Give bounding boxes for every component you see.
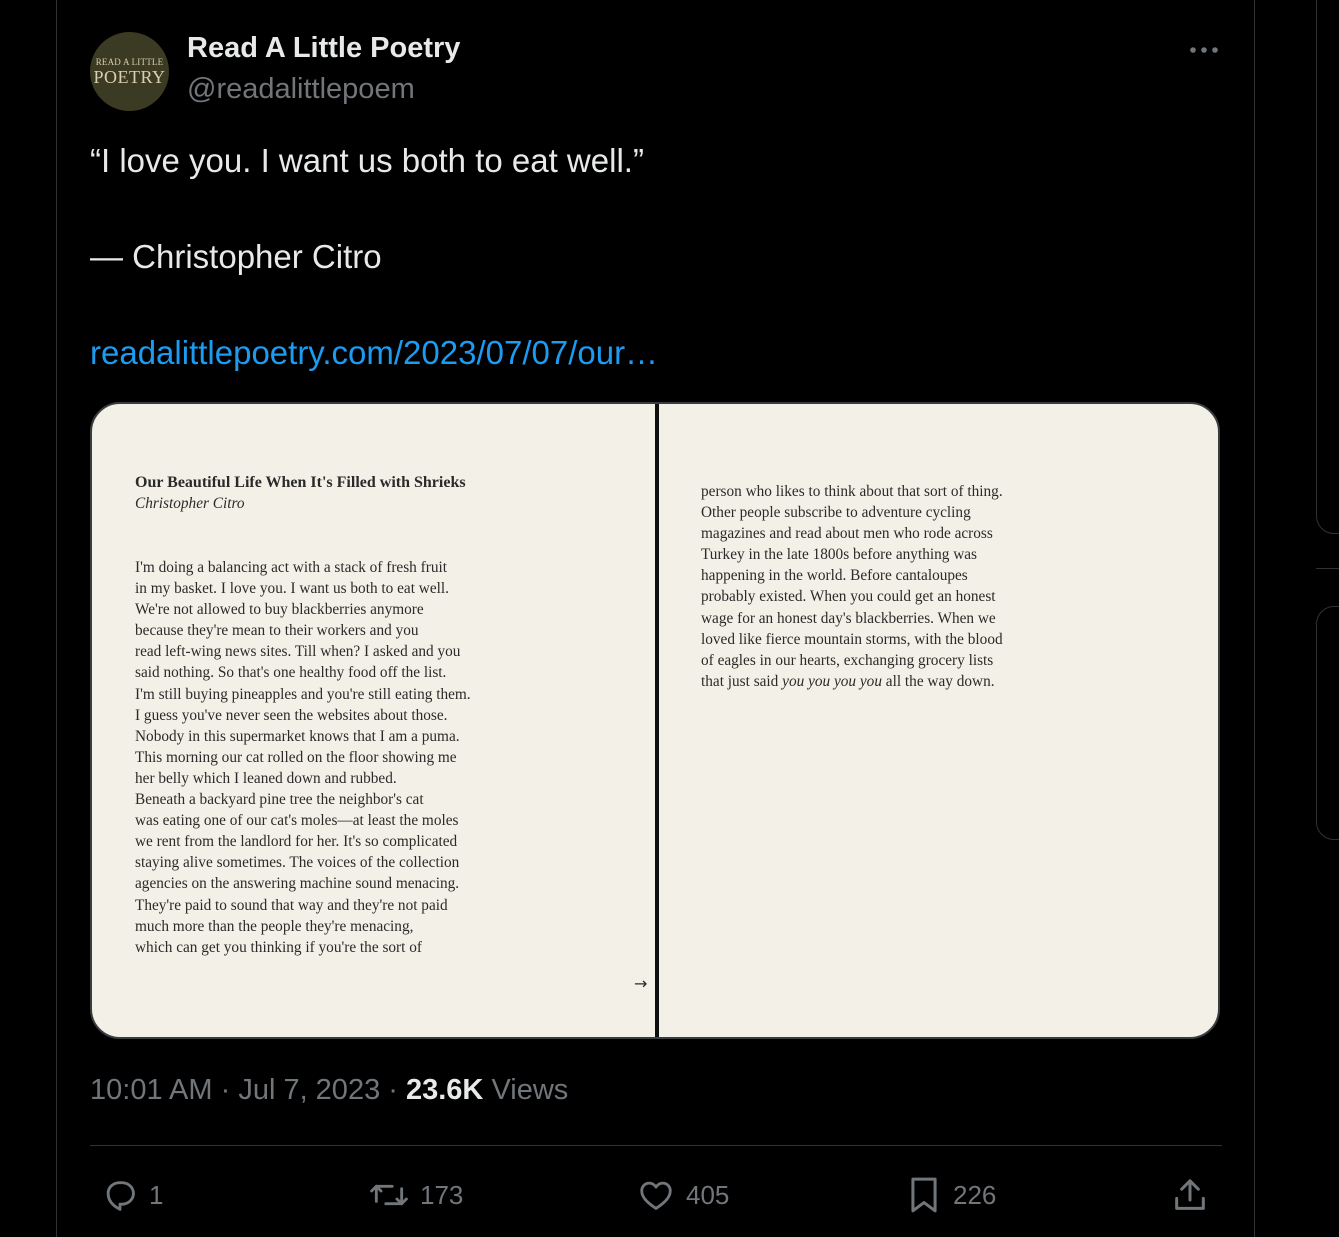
page-spine	[655, 404, 659, 1037]
poem-line: happening in the world. Before cantaloup…	[701, 567, 968, 585]
repost-button[interactable]: 173	[368, 1172, 463, 1218]
poem-right-lines: person who likes to think about that sor…	[701, 481, 1101, 671]
poem-author: Christopher Citro	[135, 495, 245, 512]
meta-divider	[90, 1145, 1222, 1146]
poem-line: wage for an honest day's blackberries. W…	[701, 609, 996, 627]
tweet-media-image[interactable]: Our Beautiful Life When It's Filled with…	[90, 402, 1220, 1039]
poem-line: Beneath a backyard pine tree the neighbo…	[135, 791, 424, 809]
like-button[interactable]: 405	[636, 1172, 729, 1218]
reply-count: 1	[149, 1179, 164, 1210]
poem-line: agencies on the answering machine sound …	[135, 875, 460, 893]
poem-line: Nobody in this supermarket knows that I …	[135, 727, 460, 745]
tweet-quote: “I love you. I want us both to eat well.…	[90, 142, 644, 179]
poem-line: I'm doing a balancing act with a stack o…	[135, 559, 447, 576]
like-count: 405	[686, 1179, 730, 1210]
views-label: Views	[491, 1074, 569, 1106]
poem-line: which can get you thinking if you're the…	[135, 938, 422, 956]
repost-icon	[370, 1184, 408, 1206]
poem-line: was eating one of our cat's moles—at lea…	[135, 812, 459, 830]
poem-line: loved like fierce mountain storms, with …	[701, 630, 1003, 648]
avatar[interactable]: READ A LITTLE POETRY	[90, 32, 169, 111]
more-icon	[1190, 47, 1218, 53]
tweet-attribution: — Christopher Citro	[90, 238, 382, 275]
avatar-text-line2: POETRY	[93, 66, 166, 87]
poem-title: Our Beautiful Life When It's Filled with…	[135, 474, 466, 491]
avatar-text-line1: READ A LITTLE	[95, 56, 164, 67]
poem-line-last: that just said you you you you all the w…	[701, 671, 1101, 692]
poem-line: person who likes to think about that sor…	[701, 483, 1003, 500]
poem-line: Turkey in the late 1800s before anything…	[701, 546, 978, 564]
column-border-right	[1254, 0, 1255, 1237]
poem-line: I'm still buying pineapples and you're s…	[135, 685, 471, 703]
views-count: 23.6K	[405, 1074, 484, 1106]
reply-icon	[106, 1181, 135, 1211]
user-handle[interactable]: @readalittlepoem	[187, 73, 415, 106]
poem-line: We're not allowed to buy blackberries an…	[135, 601, 424, 619]
bookmark-icon	[911, 1177, 937, 1213]
share-icon	[1175, 1179, 1205, 1210]
poem-page-left: Our Beautiful Life When It's Filled with…	[135, 472, 555, 958]
reply-button[interactable]: 1	[101, 1172, 163, 1218]
poem-line-last-end: all the way down.	[881, 672, 995, 690]
tweet-link[interactable]: readalittlepoetry.com/2023/07/07/our…	[90, 334, 658, 372]
tweet-meta: 10:01 AM · Jul 7, 2023 · 23.6K Views	[90, 1074, 569, 1106]
poem-line-last-italic: you you you you	[782, 672, 882, 690]
poem-line: magazines and read about men who rode ac…	[701, 525, 993, 543]
poem-line: Other people subscribe to adventure cycl…	[701, 504, 971, 522]
tweet-time[interactable]: 10:01 AM	[90, 1074, 213, 1106]
poem-page-right: person who likes to think about that sor…	[701, 481, 1101, 692]
bookmark-count: 226	[953, 1179, 997, 1210]
poem-line: read left-wing news sites. Till when? I …	[135, 643, 461, 661]
heart-icon	[640, 1181, 672, 1210]
tweet-date[interactable]: Jul 7, 2023	[238, 1074, 380, 1106]
poem-line-last-start: that just said	[701, 672, 783, 690]
repost-count: 173	[420, 1179, 464, 1210]
sidebar-divider	[1316, 568, 1339, 569]
poem-line: we rent from the landlord for her. It's …	[135, 833, 458, 851]
sidebar-card-bottom	[1316, 606, 1339, 840]
display-name[interactable]: Read A Little Poetry	[187, 32, 460, 65]
poem-line: probably existed. When you could get an …	[701, 588, 996, 606]
poem-line: because they're mean to their workers an…	[135, 622, 419, 640]
column-border-left	[56, 0, 57, 1237]
poem-line: of eagles in our hearts, exchanging groc…	[701, 651, 994, 669]
poem-line: said nothing. So that's one healthy food…	[135, 664, 447, 682]
poem-line: staying alive sometimes. The voices of t…	[135, 854, 460, 872]
poem-line: They're paid to sound that way and they'…	[135, 896, 448, 914]
continue-arrow-icon: →	[634, 974, 648, 993]
poem-left-lines: I'm doing a balancing act with a stack o…	[135, 557, 555, 958]
poem-line: in my basket. I love you. I want us both…	[135, 580, 449, 598]
sidebar-card-top	[1316, 0, 1339, 534]
poem-line: I guess you've never seen the websites a…	[135, 706, 448, 724]
poem-line: This morning our cat rolled on the floor…	[135, 748, 457, 766]
share-button[interactable]	[1170, 1172, 1210, 1218]
bookmark-button[interactable]: 226	[905, 1172, 996, 1218]
poem-line: her belly which I leaned down and rubbed…	[135, 769, 397, 787]
poem-line: much more than the people they're menaci…	[135, 917, 414, 935]
more-options-button[interactable]	[1184, 32, 1224, 68]
